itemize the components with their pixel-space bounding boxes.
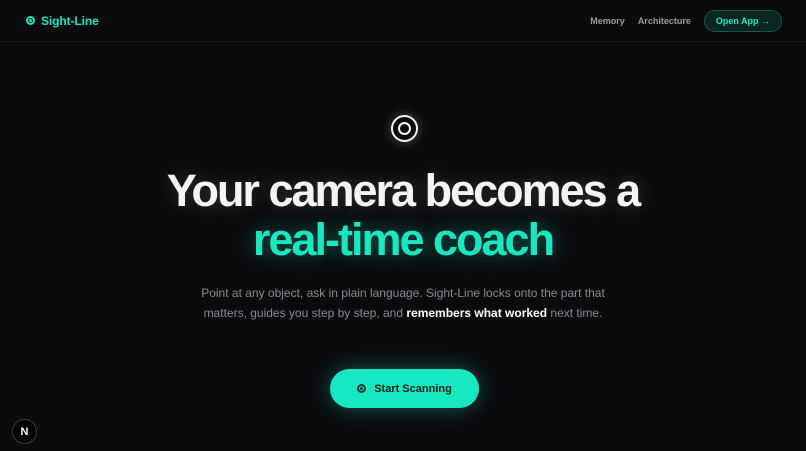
top-nav: Memory Architecture Open App → [590, 9, 782, 32]
target-icon [357, 384, 367, 393]
start-scanning-label: Start Scanning [374, 382, 452, 395]
landing-page: Sight-Line Memory Architecture Open App … [0, 0, 806, 451]
start-scanning-button[interactable]: Start Scanning [330, 369, 479, 408]
headline-line-2: real-time coach [252, 214, 555, 265]
hero-headline: Your camera becomes a real-time coach [0, 166, 806, 264]
nav-link-architecture[interactable]: Architecture [638, 16, 691, 26]
brand-name: Sight-Line [41, 13, 99, 28]
open-app-button[interactable]: Open App → [703, 9, 782, 32]
target-icon [26, 16, 35, 25]
target-icon [391, 115, 418, 142]
nav-link-memory[interactable]: Memory [590, 16, 625, 26]
headline-line-1: Your camera becomes a [166, 165, 641, 216]
subtitle-text-2: next time. [547, 306, 603, 320]
hero-subtitle: Point at any object, ask in plain langua… [195, 283, 611, 323]
top-header: Sight-Line Memory Architecture Open App … [0, 0, 806, 42]
brand-logo[interactable]: Sight-Line [26, 14, 99, 28]
subtitle-emphasis: remembers what worked [406, 306, 548, 320]
nextjs-dev-badge[interactable]: N [12, 419, 37, 444]
